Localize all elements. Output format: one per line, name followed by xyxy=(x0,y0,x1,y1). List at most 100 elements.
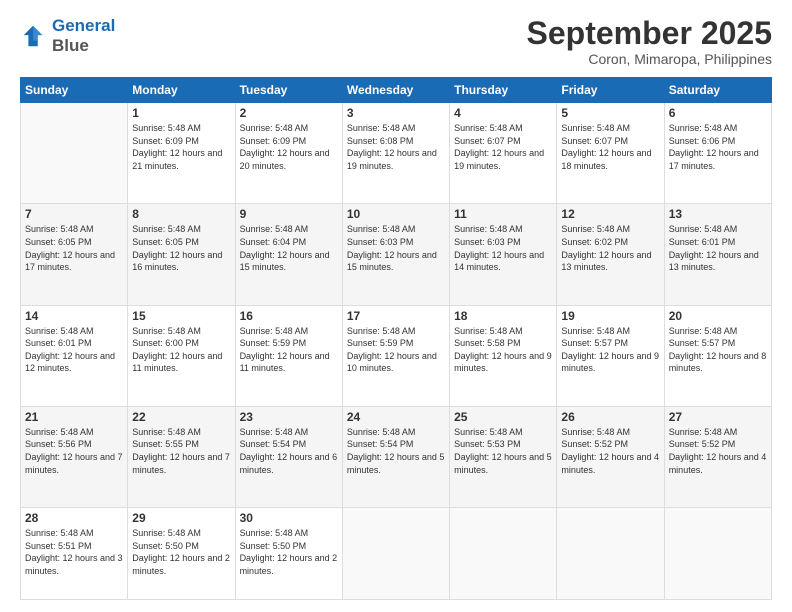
page: General Blue September 2025 Coron, Mimar… xyxy=(0,0,792,612)
calendar-day-header: Monday xyxy=(128,78,235,103)
calendar-week-row: 21 Sunrise: 5:48 AMSunset: 5:56 PMDayligh… xyxy=(21,406,772,507)
day-info: Sunrise: 5:48 AMSunset: 6:09 PMDaylight:… xyxy=(132,122,230,172)
calendar-cell xyxy=(450,507,557,599)
day-number: 18 xyxy=(454,309,552,323)
calendar-cell: 22 Sunrise: 5:48 AMSunset: 5:55 PMDayligh… xyxy=(128,406,235,507)
calendar-cell: 21 Sunrise: 5:48 AMSunset: 5:56 PMDayligh… xyxy=(21,406,128,507)
day-number: 19 xyxy=(561,309,659,323)
page-subtitle: Coron, Mimaropa, Philippines xyxy=(527,51,772,67)
calendar-week-row: 28 Sunrise: 5:48 AMSunset: 5:51 PMDayligh… xyxy=(21,507,772,599)
day-number: 25 xyxy=(454,410,552,424)
calendar-table: SundayMondayTuesdayWednesdayThursdayFrid… xyxy=(20,77,772,600)
calendar-cell: 27 Sunrise: 5:48 AMSunset: 5:52 PMDayligh… xyxy=(664,406,771,507)
calendar-cell: 14 Sunrise: 5:48 AMSunset: 6:01 PMDayligh… xyxy=(21,305,128,406)
calendar-cell: 19 Sunrise: 5:48 AMSunset: 5:57 PMDayligh… xyxy=(557,305,664,406)
day-number: 26 xyxy=(561,410,659,424)
day-number: 21 xyxy=(25,410,123,424)
logo: General Blue xyxy=(20,16,115,56)
calendar-cell xyxy=(557,507,664,599)
calendar-day-header: Thursday xyxy=(450,78,557,103)
calendar-week-row: 1 Sunrise: 5:48 AMSunset: 6:09 PMDaylight… xyxy=(21,103,772,204)
day-info: Sunrise: 5:48 AMSunset: 6:00 PMDaylight:… xyxy=(132,325,230,375)
day-number: 27 xyxy=(669,410,767,424)
day-number: 13 xyxy=(669,207,767,221)
day-number: 17 xyxy=(347,309,445,323)
day-number: 28 xyxy=(25,511,123,525)
logo-text: General Blue xyxy=(52,16,115,56)
calendar-day-header: Wednesday xyxy=(342,78,449,103)
day-info: Sunrise: 5:48 AMSunset: 5:53 PMDaylight:… xyxy=(454,426,552,476)
calendar-cell: 17 Sunrise: 5:48 AMSunset: 5:59 PMDayligh… xyxy=(342,305,449,406)
calendar-cell: 20 Sunrise: 5:48 AMSunset: 5:57 PMDayligh… xyxy=(664,305,771,406)
day-number: 20 xyxy=(669,309,767,323)
day-info: Sunrise: 5:48 AMSunset: 6:03 PMDaylight:… xyxy=(454,223,552,273)
calendar-cell: 16Sunrise: 5:48 AMSunset: 5:59 PMDayligh… xyxy=(235,305,342,406)
day-info: Sunrise: 5:48 AMSunset: 6:09 PMDaylight:… xyxy=(240,122,338,172)
day-info: Sunrise: 5:48 AMSunset: 5:54 PMDaylight:… xyxy=(347,426,445,476)
logo-icon xyxy=(20,22,48,50)
day-info: Sunrise: 5:48 AMSunset: 6:08 PMDaylight:… xyxy=(347,122,445,172)
day-info: Sunrise: 5:48 AMSunset: 5:57 PMDaylight:… xyxy=(669,325,767,375)
day-number: 1 xyxy=(132,106,230,120)
day-number: 22 xyxy=(132,410,230,424)
calendar-cell: 4Sunrise: 5:48 AMSunset: 6:07 PMDaylight… xyxy=(450,103,557,204)
calendar-day-header: Saturday xyxy=(664,78,771,103)
calendar-cell: 25 Sunrise: 5:48 AMSunset: 5:53 PMDayligh… xyxy=(450,406,557,507)
calendar-day-header: Tuesday xyxy=(235,78,342,103)
calendar-cell xyxy=(342,507,449,599)
calendar-cell: 18 Sunrise: 5:48 AMSunset: 5:58 PMDayligh… xyxy=(450,305,557,406)
calendar-cell: 10 Sunrise: 5:48 AMSunset: 6:03 PMDayligh… xyxy=(342,204,449,305)
calendar-cell: 6 Sunrise: 5:48 AMSunset: 6:06 PMDaylight… xyxy=(664,103,771,204)
day-number: 16 xyxy=(240,309,338,323)
day-number: 7 xyxy=(25,207,123,221)
calendar-cell: 26 Sunrise: 5:48 AMSunset: 5:52 PMDayligh… xyxy=(557,406,664,507)
day-number: 6 xyxy=(669,106,767,120)
calendar-cell: 2 Sunrise: 5:48 AMSunset: 6:09 PMDaylight… xyxy=(235,103,342,204)
calendar-day-header: Sunday xyxy=(21,78,128,103)
title-block: September 2025 Coron, Mimaropa, Philippi… xyxy=(527,16,772,67)
calendar-cell: 29 Sunrise: 5:48 AMSunset: 5:50 PMDayligh… xyxy=(128,507,235,599)
day-info: Sunrise: 5:48 AMSunset: 6:05 PMDaylight:… xyxy=(132,223,230,273)
day-info: Sunrise: 5:48 AMSunset: 5:50 PMDaylight:… xyxy=(240,527,338,577)
day-number: 11 xyxy=(454,207,552,221)
day-info: Sunrise: 5:48 AMSunset: 6:01 PMDaylight:… xyxy=(25,325,123,375)
day-info: Sunrise: 5:48 AMSunset: 5:52 PMDaylight:… xyxy=(669,426,767,476)
day-number: 9 xyxy=(240,207,338,221)
day-info: Sunrise: 5:48 AMSunset: 5:56 PMDaylight:… xyxy=(25,426,123,476)
day-number: 8 xyxy=(132,207,230,221)
day-info: Sunrise: 5:48 AMSunset: 5:51 PMDaylight:… xyxy=(25,527,123,577)
calendar-cell: 28 Sunrise: 5:48 AMSunset: 5:51 PMDayligh… xyxy=(21,507,128,599)
day-number: 2 xyxy=(240,106,338,120)
calendar-cell: 5 Sunrise: 5:48 AMSunset: 6:07 PMDaylight… xyxy=(557,103,664,204)
day-info: Sunrise: 5:48 AMSunset: 6:01 PMDaylight:… xyxy=(669,223,767,273)
day-number: 10 xyxy=(347,207,445,221)
calendar-cell: 1 Sunrise: 5:48 AMSunset: 6:09 PMDaylight… xyxy=(128,103,235,204)
day-info: Sunrise: 5:48 AMSunset: 5:57 PMDaylight:… xyxy=(561,325,659,375)
day-number: 23 xyxy=(240,410,338,424)
day-number: 15 xyxy=(132,309,230,323)
day-info: Sunrise: 5:48 AMSunset: 6:05 PMDaylight:… xyxy=(25,223,123,273)
calendar-header-row: SundayMondayTuesdayWednesdayThursdayFrid… xyxy=(21,78,772,103)
day-info: Sunrise: 5:48 AMSunset: 6:07 PMDaylight:… xyxy=(561,122,659,172)
calendar-week-row: 7 Sunrise: 5:48 AMSunset: 6:05 PMDaylight… xyxy=(21,204,772,305)
day-number: 5 xyxy=(561,106,659,120)
calendar-cell: 30Sunrise: 5:48 AMSunset: 5:50 PMDayligh… xyxy=(235,507,342,599)
calendar-cell: 3Sunrise: 5:48 AMSunset: 6:08 PMDaylight… xyxy=(342,103,449,204)
day-info: Sunrise: 5:48 AMSunset: 5:52 PMDaylight:… xyxy=(561,426,659,476)
page-title: September 2025 xyxy=(527,16,772,51)
day-info: Sunrise: 5:48 AMSunset: 6:06 PMDaylight:… xyxy=(669,122,767,172)
calendar-cell xyxy=(21,103,128,204)
calendar-cell: 23 Sunrise: 5:48 AMSunset: 5:54 PMDayligh… xyxy=(235,406,342,507)
day-info: Sunrise: 5:48 AMSunset: 5:55 PMDaylight:… xyxy=(132,426,230,476)
calendar-day-header: Friday xyxy=(557,78,664,103)
header: General Blue September 2025 Coron, Mimar… xyxy=(20,16,772,67)
day-number: 12 xyxy=(561,207,659,221)
day-number: 14 xyxy=(25,309,123,323)
day-info: Sunrise: 5:48 AMSunset: 5:58 PMDaylight:… xyxy=(454,325,552,375)
day-number: 24 xyxy=(347,410,445,424)
day-number: 29 xyxy=(132,511,230,525)
day-info: Sunrise: 5:48 AMSunset: 5:50 PMDaylight:… xyxy=(132,527,230,577)
day-info: Sunrise: 5:48 AMSunset: 5:54 PMDaylight:… xyxy=(240,426,338,476)
day-info: Sunrise: 5:48 AMSunset: 6:03 PMDaylight:… xyxy=(347,223,445,273)
day-info: Sunrise: 5:48 AMSunset: 5:59 PMDaylight:… xyxy=(347,325,445,375)
